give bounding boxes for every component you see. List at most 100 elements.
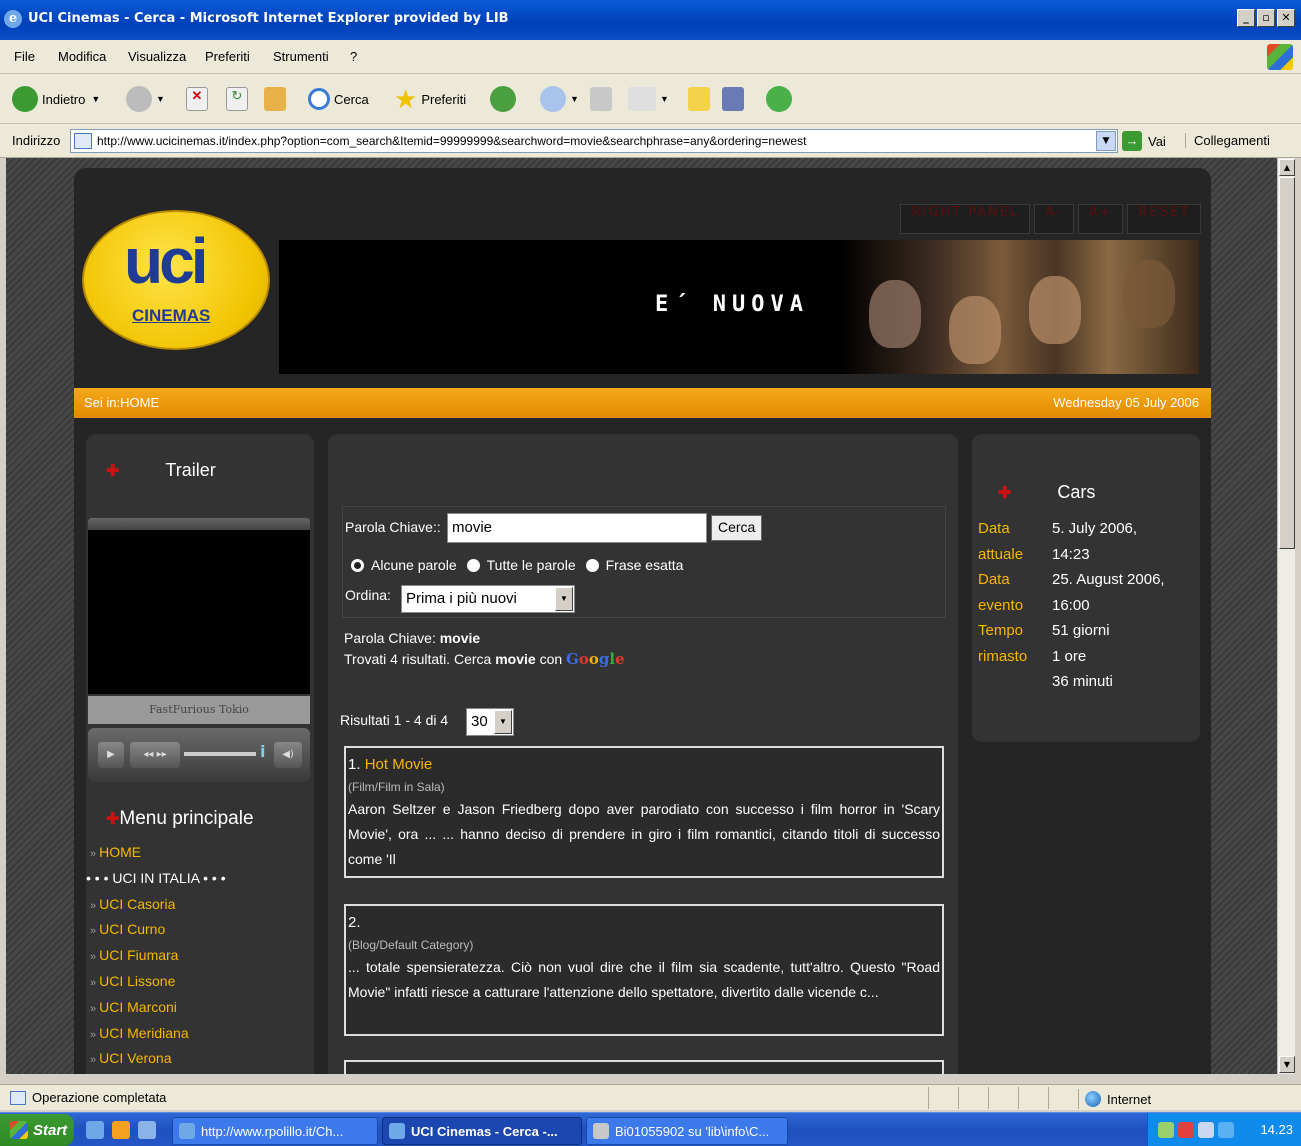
plus-icon: ✚ <box>106 463 120 480</box>
menu-visualizza[interactable]: Visualizza <box>128 49 186 64</box>
links-button[interactable]: Collegamenti <box>1185 133 1270 148</box>
face-image <box>1123 260 1175 328</box>
play-icon[interactable]: ▶ <box>98 742 124 768</box>
address-input[interactable]: http://www.ucicinemas.it/index.php?optio… <box>70 129 1118 153</box>
menu-modifica[interactable]: Modifica <box>58 49 106 64</box>
chevron-down-icon: ▼ <box>91 94 101 104</box>
scroll-down-icon[interactable]: ▼ <box>1279 1056 1295 1073</box>
option-any-words[interactable]: Alcune parole <box>351 557 457 573</box>
menu-file[interactable]: File <box>14 49 35 64</box>
media-quicklaunch-icon[interactable] <box>112 1121 130 1139</box>
result-excerpt: ... totale spensieratezza. Ciò non vuol … <box>348 959 940 1000</box>
edit-button[interactable]: ▼ <box>628 84 669 114</box>
tray-icon[interactable] <box>1198 1122 1214 1138</box>
rewind-forward-icon[interactable]: ◂◂ ▸▸ <box>130 742 180 768</box>
order-select[interactable]: Prima i più nuovi ▼ <box>401 585 575 613</box>
menu-strumenti[interactable]: Strumenti <box>273 49 329 64</box>
progress-slider[interactable] <box>184 752 256 756</box>
research-button[interactable] <box>722 84 744 114</box>
forward-button[interactable]: ▼ <box>126 84 165 114</box>
breadcrumb: Sei in:HOME <box>84 395 160 410</box>
chevron-down-icon[interactable]: ▼ <box>1096 131 1116 151</box>
option-exact-phrase[interactable]: Frase esatta <box>585 557 683 573</box>
google-link[interactable]: Google <box>566 650 625 668</box>
option-all-words[interactable]: Tutte le parole <box>466 557 576 573</box>
menu-preferiti[interactable]: Preferiti <box>205 49 250 64</box>
menu-help[interactable]: ? <box>350 49 357 64</box>
font-decrease-button[interactable]: A- <box>1034 204 1074 234</box>
taskbar-item[interactable]: Bi01055902 su 'lib\info\C... <box>586 1117 788 1145</box>
countdown-row: Data 25. August 2006, <box>978 571 1165 588</box>
forward-arrow-icon <box>126 86 152 112</box>
tray-icon[interactable] <box>1218 1122 1234 1138</box>
search-summary: Parola Chiave: movie Trovati 4 risultati… <box>344 630 625 668</box>
countdown-row: 36 minuti <box>1052 673 1113 690</box>
result-excerpt: Aaron Seltzer e Jason Friedberg dopo ave… <box>348 801 940 867</box>
start-button[interactable]: Start <box>0 1114 74 1146</box>
countdown-row: Data 5. July 2006, <box>978 520 1138 537</box>
countdown-panel: ✚ Cars Data 5. July 2006, attuale 14:23 Dat… <box>972 434 1200 742</box>
taskbar-item[interactable]: http://www.rpolillo.it/Ch... <box>172 1117 378 1145</box>
taskbar-item-active[interactable]: UCI Cinemas - Cerca -... <box>382 1117 582 1145</box>
stop-icon: ✕ <box>186 87 208 111</box>
reset-button[interactable]: RESET <box>1127 204 1201 234</box>
address-bar: Indirizzo http://www.ucicinemas.it/index… <box>0 124 1301 158</box>
ie-quicklaunch-icon[interactable] <box>86 1121 104 1139</box>
video-screen[interactable] <box>88 530 310 694</box>
menu-item-marconi[interactable]: » UCI Marconi <box>86 999 314 1025</box>
favorites-button[interactable]: ★ Preferiti <box>394 84 466 114</box>
menu-item-casoria[interactable]: » UCI Casoria <box>86 896 314 922</box>
scroll-up-icon[interactable]: ▲ <box>1279 159 1295 176</box>
back-button[interactable]: Indietro ▼ <box>12 84 100 114</box>
print-button[interactable] <box>590 84 612 114</box>
uci-logo[interactable]: UCI CINEMAS <box>82 210 270 350</box>
right-panel-button[interactable]: RIGHT PANEL <box>900 204 1031 234</box>
trailer-heading: ✚ Trailer <box>106 460 216 481</box>
mail-button[interactable]: ▼ <box>540 84 579 114</box>
menu-item-meridiana[interactable]: » UCI Meridiana <box>86 1025 314 1051</box>
info-icon[interactable]: i <box>260 742 265 761</box>
search-button[interactable]: Cerca <box>308 84 369 114</box>
menu-item-curno[interactable]: » UCI Curno <box>86 921 314 947</box>
stop-button[interactable]: ✕ <box>186 84 208 114</box>
desktop-quicklaunch-icon[interactable] <box>138 1121 156 1139</box>
result-title-link[interactable]: Hot Movie <box>365 756 433 773</box>
main-menu-title: Menu principale <box>119 808 254 829</box>
volume-icon[interactable]: ◀) <box>274 742 302 768</box>
close-button[interactable]: ✕ <box>1277 9 1295 27</box>
radio-icon[interactable] <box>585 558 599 572</box>
discuss-button[interactable] <box>688 84 710 114</box>
banner-image <box>839 240 1199 374</box>
chevron-down-icon[interactable]: ▼ <box>555 587 573 611</box>
search-submit-button[interactable]: Cerca <box>711 515 763 541</box>
chevron-down-icon: ▼ <box>156 94 165 104</box>
radio-icon[interactable] <box>466 558 480 572</box>
per-page-select[interactable]: 30 ▼ <box>466 708 514 736</box>
tray-icon[interactable] <box>1158 1122 1174 1138</box>
vertical-scrollbar[interactable]: ▲ ▼ <box>1277 158 1295 1074</box>
ie-icon: e <box>4 10 22 28</box>
keyword-input[interactable]: movie <box>447 513 707 543</box>
menu-item-lissone[interactable]: » UCI Lissone <box>86 973 314 999</box>
font-increase-button[interactable]: A+ <box>1077 204 1124 234</box>
refresh-button[interactable]: ↻ <box>226 84 248 114</box>
radio-selected-icon[interactable] <box>351 558 364 572</box>
menu-item-home[interactable]: » HOME <box>86 844 314 870</box>
scroll-thumb[interactable] <box>1279 177 1295 549</box>
home-button[interactable] <box>264 84 286 114</box>
result-category: (Film/Film in Sala) <box>348 780 445 794</box>
history-button[interactable] <box>490 84 520 114</box>
status-cells <box>928 1087 1078 1109</box>
menu-item-fiumara[interactable]: » UCI Fiumara <box>86 947 314 973</box>
chevron-down-icon[interactable]: ▼ <box>494 710 512 734</box>
minimize-button[interactable]: _ <box>1237 9 1255 27</box>
system-tray: 14.23 <box>1147 1113 1301 1146</box>
tray-icon[interactable] <box>1178 1122 1194 1138</box>
face-image <box>869 280 921 348</box>
menu-item-verona[interactable]: » UCI Verona <box>86 1050 314 1074</box>
status-bar: Operazione completata Internet <box>0 1084 1301 1110</box>
summary-keyword: movie <box>439 630 481 646</box>
maximize-button[interactable]: ▫ <box>1257 9 1275 27</box>
go-button[interactable]: → Vai <box>1122 131 1166 151</box>
messenger-button[interactable] <box>766 84 796 114</box>
